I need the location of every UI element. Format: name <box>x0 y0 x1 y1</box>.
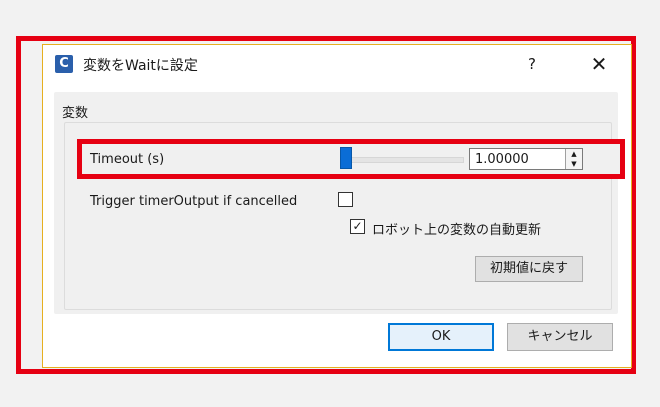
title-bar: C 変数をWaitに設定 ? ✕ <box>43 45 631 85</box>
timeout-spinbox[interactable]: 1.00000 ▲ ▼ <box>469 148 583 170</box>
timeout-slider-thumb[interactable] <box>340 147 352 169</box>
timeout-slider-track[interactable] <box>342 157 464 163</box>
auto-update-label: ロボット上の変数の自動更新 <box>372 223 542 238</box>
dialog-title: 変数をWaitに設定 <box>83 58 198 74</box>
spin-down-icon[interactable]: ▼ <box>566 159 582 169</box>
variables-group-label: 変数 <box>62 106 89 121</box>
timeout-value[interactable]: 1.00000 <box>475 152 529 167</box>
close-button[interactable]: ✕ <box>587 52 611 76</box>
ok-button[interactable]: OK <box>388 323 494 351</box>
cancel-button[interactable]: キャンセル <box>507 323 613 351</box>
timeout-label: Timeout (s) <box>90 152 165 167</box>
help-button[interactable]: ? <box>521 53 543 75</box>
spin-arrows[interactable]: ▲ ▼ <box>565 149 582 169</box>
spin-up-icon[interactable]: ▲ <box>566 149 582 159</box>
auto-update-checkbox[interactable]: ✓ <box>350 219 365 234</box>
app-logo-icon: C <box>55 55 73 73</box>
trigger-label: Trigger timerOutput if cancelled <box>90 194 298 209</box>
trigger-checkbox[interactable] <box>338 192 353 207</box>
reset-to-default-button[interactable]: 初期値に戻す <box>475 256 583 282</box>
